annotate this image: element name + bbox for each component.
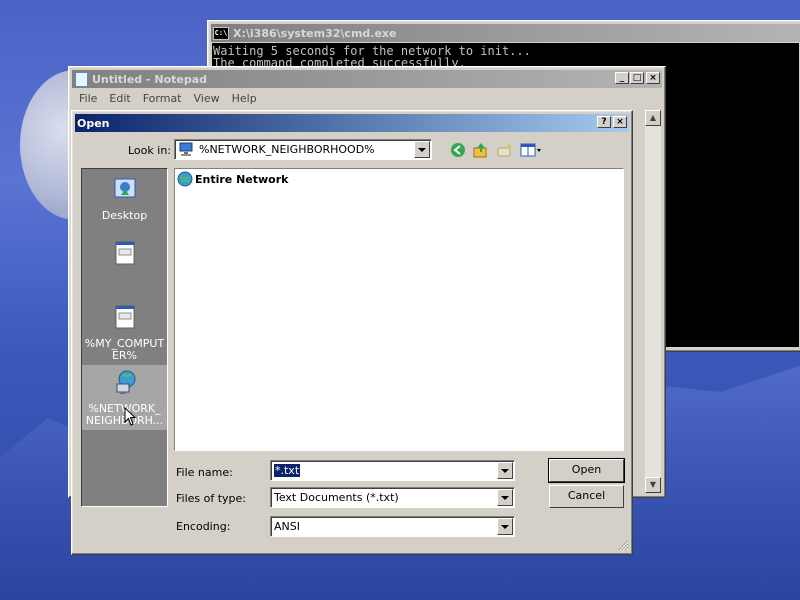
dialog-titlebar[interactable]: Open ? × xyxy=(75,114,629,132)
file-name-dropdown-button[interactable] xyxy=(497,462,513,479)
cmd-icon: C:\ xyxy=(213,26,229,40)
encoding-label: Encoding: xyxy=(176,520,231,533)
look-in-value: %NETWORK_NEIGHBORHOOD% xyxy=(199,143,375,156)
open-dialog[interactable]: Open ? × Look in: %NETWORK_NEIGHBORHOOD% xyxy=(71,110,633,555)
chevron-down-icon xyxy=(501,468,509,473)
back-arrow-icon[interactable] xyxy=(449,141,467,159)
new-folder-icon[interactable] xyxy=(496,141,514,159)
file-name-label: File name: xyxy=(176,466,233,479)
place-label: Desktop xyxy=(101,209,148,222)
cmd-titlebar[interactable]: C:\ X:\i386\system32\cmd.exe xyxy=(211,24,800,42)
encoding-value: ANSI xyxy=(274,520,300,533)
open-button[interactable]: Open xyxy=(548,458,625,483)
maximize-button[interactable]: □ xyxy=(630,72,644,84)
menu-edit[interactable]: Edit xyxy=(103,92,136,105)
window-icon xyxy=(115,241,134,265)
menu-format[interactable]: Format xyxy=(137,92,188,105)
scroll-down-button[interactable]: ▼ xyxy=(645,477,661,493)
notepad-menubar: File Edit Format View Help xyxy=(73,89,263,107)
notepad-title: Untitled - Notepad xyxy=(92,72,208,86)
view-menu-icon[interactable] xyxy=(520,141,544,159)
scroll-up-button[interactable]: ▲ xyxy=(645,110,661,126)
look-in-combo[interactable]: %NETWORK_NEIGHBORHOOD% xyxy=(174,139,432,160)
window-icon xyxy=(115,305,134,329)
resize-grip-icon[interactable] xyxy=(617,539,629,551)
network-icon xyxy=(116,370,135,394)
look-in-dropdown-button[interactable] xyxy=(414,141,430,158)
file-type-dropdown-button[interactable] xyxy=(497,489,513,506)
encoding-select[interactable]: ANSI xyxy=(270,516,515,537)
file-type-label: Files of type: xyxy=(176,492,247,505)
place-label-line2: ER% xyxy=(111,349,138,362)
minimize-button[interactable]: _ xyxy=(615,72,629,84)
help-button[interactable]: ? xyxy=(597,116,611,128)
desktop-icon xyxy=(114,178,135,198)
chevron-down-icon xyxy=(501,524,509,529)
notepad-titlebar[interactable]: Untitled - Notepad _ □ × xyxy=(72,70,662,88)
place-my-computer[interactable]: %MY_COMPUT ER% xyxy=(82,303,167,362)
menu-file[interactable]: File xyxy=(73,92,103,105)
places-bar: Desktop %MY_COMPUT ER% NEIGHBORH... xyxy=(81,168,168,507)
close-button[interactable]: × xyxy=(646,72,660,84)
cancel-button[interactable]: Cancel xyxy=(549,485,624,508)
encoding-dropdown-button[interactable] xyxy=(497,518,513,535)
chevron-down-icon xyxy=(418,147,426,152)
notepad-icon xyxy=(75,71,88,87)
file-name-value: *.txt xyxy=(274,464,301,477)
file-type-select[interactable]: Text Documents (*.txt) xyxy=(270,487,515,508)
list-item[interactable]: Entire Network xyxy=(177,171,288,187)
globe-icon xyxy=(177,171,193,187)
cmd-title: X:\i386\system32\cmd.exe xyxy=(233,26,397,40)
mouse-cursor-icon xyxy=(124,407,137,426)
file-list[interactable]: Entire Network xyxy=(174,168,624,451)
menu-view[interactable]: View xyxy=(188,92,226,105)
menu-help[interactable]: Help xyxy=(226,92,263,105)
look-in-label: Look in: xyxy=(128,144,171,157)
dialog-close-button[interactable]: × xyxy=(613,116,627,128)
file-type-value: Text Documents (*.txt) xyxy=(274,491,399,504)
network-icon xyxy=(179,142,193,156)
place-item[interactable] xyxy=(82,239,167,275)
notepad-vertical-scrollbar[interactable]: ▲ ▼ xyxy=(645,110,661,493)
list-item-label: Entire Network xyxy=(195,172,289,186)
chevron-down-icon xyxy=(501,495,509,500)
place-desktop[interactable]: Desktop xyxy=(82,175,167,225)
file-name-input[interactable]: *.txt xyxy=(270,460,515,481)
up-folder-icon[interactable] xyxy=(472,141,490,159)
dialog-title: Open xyxy=(77,116,110,130)
